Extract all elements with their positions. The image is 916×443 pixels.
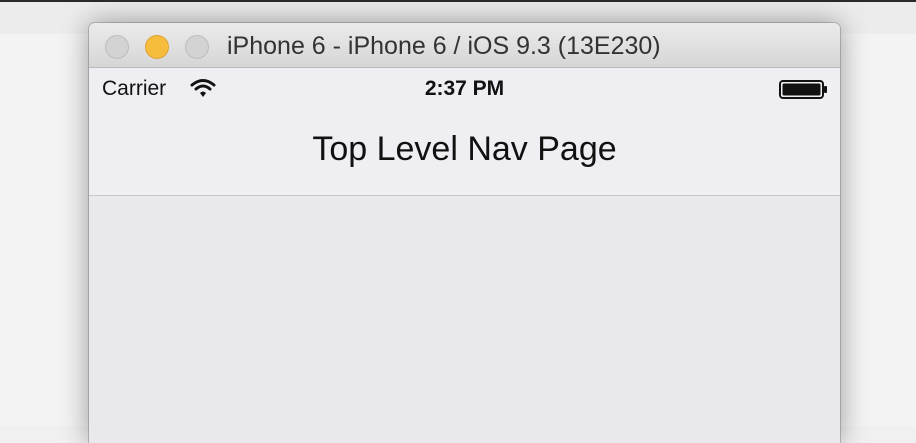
zoom-button[interactable]	[185, 35, 209, 59]
battery-icon	[779, 80, 827, 99]
status-bar: Carrier 2:37 PM	[89, 68, 840, 108]
window-title: iPhone 6 - iPhone 6 / iOS 9.3 (13E230)	[227, 32, 661, 60]
page-title: Top Level Nav Page	[312, 130, 617, 168]
page-content	[89, 196, 840, 443]
window-titlebar[interactable]: iPhone 6 - iPhone 6 / iOS 9.3 (13E230)	[89, 23, 840, 68]
minimize-button[interactable]	[145, 35, 169, 59]
status-time: 2:37 PM	[424, 77, 505, 100]
simulator-window: iPhone 6 - iPhone 6 / iOS 9.3 (13E230) C…	[89, 23, 840, 443]
navigation-bar: Top Level Nav Page	[89, 108, 840, 196]
close-button[interactable]	[105, 35, 129, 59]
device-screen: Carrier 2:37 PM Top Level Nav Page	[89, 68, 840, 443]
